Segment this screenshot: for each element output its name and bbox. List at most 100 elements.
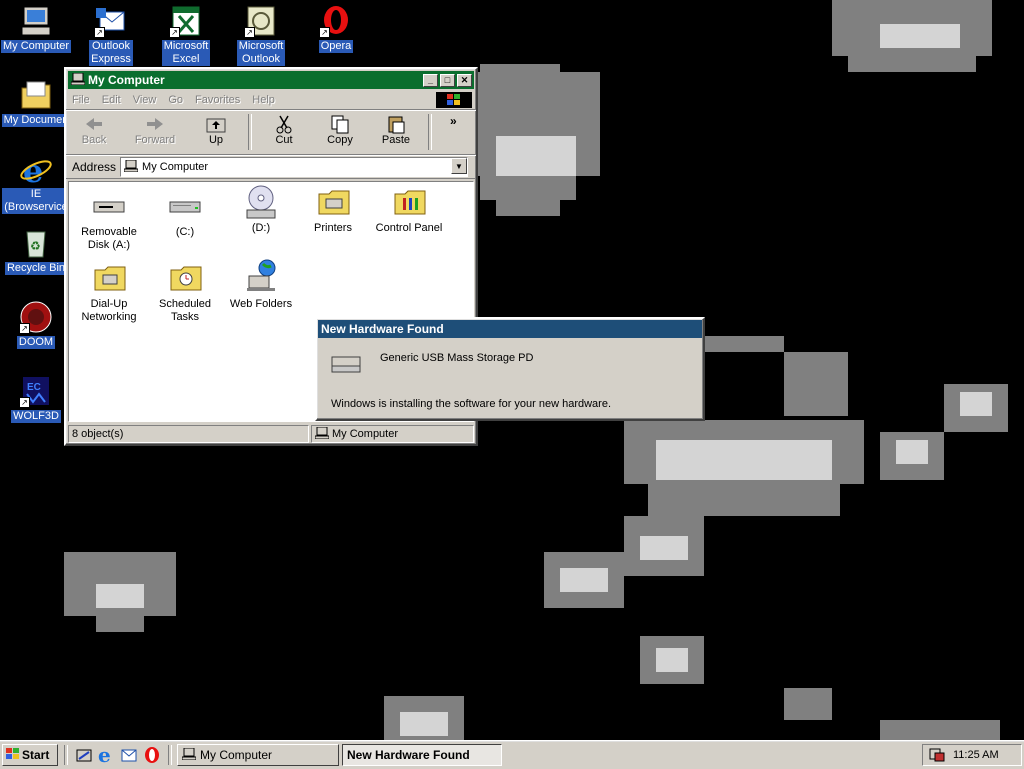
ie-icon: e bbox=[19, 152, 53, 190]
menu-help[interactable]: Help bbox=[246, 94, 281, 106]
quicklaunch-desktop-icon[interactable] bbox=[76, 748, 92, 767]
item-dialup-networking[interactable]: Dial-Up Networking bbox=[71, 262, 147, 324]
shortcut-arrow-icon: ↗ bbox=[244, 27, 255, 38]
install-message: Windows is installing the software for y… bbox=[331, 398, 612, 410]
desktop-icon-opera[interactable]: ↗ Opera bbox=[300, 4, 372, 53]
desktop-icon-label: IE (Browservice bbox=[2, 188, 70, 214]
menu-edit[interactable]: Edit bbox=[96, 94, 127, 106]
desktop-icon-recycle-bin[interactable]: ♻ Recycle Bin bbox=[0, 226, 72, 275]
quicklaunch-ie-icon[interactable]: e bbox=[98, 745, 111, 765]
address-value: My Computer bbox=[142, 161, 209, 173]
system-tray: 11:25 AM bbox=[922, 744, 1022, 766]
recycle-bin-icon: ♻ bbox=[19, 226, 53, 260]
forward-label: Forward bbox=[134, 134, 176, 146]
hardware-tray-icon[interactable] bbox=[929, 746, 945, 765]
status-bar: 8 object(s) My Computer bbox=[68, 425, 474, 443]
clock[interactable]: 11:25 AM bbox=[953, 749, 999, 761]
desktop-icon-label: My Computer bbox=[0, 40, 72, 53]
quicklaunch-outlook-icon[interactable] bbox=[120, 747, 138, 766]
close-button[interactable]: ✕ bbox=[457, 73, 472, 87]
forward-button[interactable]: Forward bbox=[122, 114, 188, 146]
start-button[interactable]: Start bbox=[2, 744, 58, 766]
cut-button[interactable]: Cut bbox=[256, 114, 312, 146]
menu-favorites[interactable]: Favorites bbox=[189, 94, 246, 106]
desktop-icon-my-computer[interactable]: My Computer bbox=[0, 4, 72, 53]
task-new-hardware-found[interactable]: New Hardware Found bbox=[342, 744, 502, 766]
item-printers[interactable]: Printers bbox=[295, 186, 371, 235]
explorer-title-bar[interactable]: My Computer _ □ ✕ bbox=[68, 71, 474, 89]
shortcut-arrow-icon: ↗ bbox=[169, 27, 180, 38]
floppy-drive-icon bbox=[93, 190, 125, 222]
menu-view[interactable]: View bbox=[127, 94, 163, 106]
taskbar: Start e My Computer New Hardware Found 1… bbox=[0, 740, 1024, 769]
desktop-icon-label: Microsoft Outlook bbox=[236, 40, 286, 66]
svg-text:EC: EC bbox=[27, 382, 41, 393]
desktop-icon-doom[interactable]: ↗ DOOM bbox=[0, 300, 72, 349]
address-input[interactable]: My Computer ▼ bbox=[120, 157, 468, 177]
address-computer-icon bbox=[123, 159, 139, 175]
desktop-icon-label: Recycle Bin bbox=[4, 262, 68, 275]
menu-bar: File Edit View Go Favorites Help bbox=[66, 91, 476, 110]
opera-icon: ↗ bbox=[319, 4, 353, 38]
item-label: (D:) bbox=[251, 222, 271, 234]
desktop-icon-my-documents[interactable]: My Documen bbox=[0, 78, 72, 127]
address-dropdown-button[interactable]: ▼ bbox=[451, 158, 467, 174]
back-button[interactable]: Back bbox=[66, 114, 122, 146]
item-label: Removable Disk (A:) bbox=[81, 226, 137, 251]
shortcut-arrow-icon: ↗ bbox=[94, 27, 105, 38]
desktop-icon-outlook[interactable]: ↗ Microsoft Outlook bbox=[225, 4, 297, 66]
item-web-folders[interactable]: Web Folders bbox=[223, 258, 299, 311]
device-name: Generic USB Mass Storage PD bbox=[380, 352, 534, 364]
item-label: Scheduled Tasks bbox=[159, 298, 211, 323]
desktop-icon-ie[interactable]: e IE (Browservice bbox=[0, 152, 72, 214]
item-scheduled-tasks[interactable]: Scheduled Tasks bbox=[147, 262, 223, 324]
item-label: Control Panel bbox=[375, 222, 443, 234]
quicklaunch-opera-icon[interactable] bbox=[144, 746, 160, 767]
shortcut-arrow-icon: ↗ bbox=[19, 397, 30, 408]
up-button[interactable]: Up bbox=[188, 114, 244, 146]
start-label: Start bbox=[22, 748, 50, 762]
item-d-drive[interactable]: (D:) bbox=[223, 182, 299, 234]
item-label: (C:) bbox=[175, 226, 195, 238]
web-folders-icon bbox=[245, 258, 277, 294]
toolbar-separator bbox=[248, 114, 252, 150]
desktop-icon-label: WOLF3D bbox=[11, 410, 61, 423]
status-computer-icon bbox=[314, 426, 330, 442]
windows-flag-icon bbox=[6, 747, 20, 763]
task-my-computer[interactable]: My Computer bbox=[177, 744, 339, 766]
up-folder-icon bbox=[188, 114, 244, 134]
doom-icon: ↗ bbox=[19, 300, 53, 334]
my-computer-icon bbox=[19, 4, 53, 38]
maximize-button[interactable]: □ bbox=[440, 73, 455, 87]
menu-go[interactable]: Go bbox=[162, 94, 189, 106]
dialog-title: New Hardware Found bbox=[321, 322, 444, 336]
new-hardware-dialog[interactable]: New Hardware Found Generic USB Mass Stor… bbox=[315, 317, 705, 421]
address-label: Address bbox=[72, 160, 117, 174]
item-removable-disk[interactable]: Removable Disk (A:) bbox=[71, 190, 147, 252]
desktop-icon-excel[interactable]: ↗ Microsoft Excel bbox=[150, 4, 222, 66]
desktop-icon-outlook-express[interactable]: ↗ Outlook Express bbox=[75, 4, 147, 66]
up-label: Up bbox=[208, 134, 224, 146]
task-computer-icon bbox=[181, 747, 197, 763]
desktop-icon-wolf3d[interactable]: EC ↗ WOLF3D bbox=[0, 374, 72, 423]
toolbar-chevron-button[interactable]: » bbox=[450, 114, 457, 128]
toolbar-separator bbox=[428, 114, 432, 150]
item-control-panel[interactable]: Control Panel bbox=[371, 186, 447, 235]
scissors-icon bbox=[256, 114, 312, 134]
dialog-title-bar[interactable]: New Hardware Found bbox=[318, 320, 702, 338]
item-label: Dial-Up Networking bbox=[81, 298, 137, 323]
minimize-button[interactable]: _ bbox=[423, 73, 438, 87]
printers-folder-icon bbox=[317, 186, 350, 218]
task-label: New Hardware Found bbox=[347, 748, 470, 762]
copy-button[interactable]: Copy bbox=[312, 114, 368, 146]
item-label: Web Folders bbox=[229, 298, 293, 310]
menu-file[interactable]: File bbox=[66, 94, 96, 106]
desktop-icon-label: Microsoft Excel bbox=[161, 40, 211, 66]
copy-icon bbox=[312, 114, 368, 134]
status-zone: My Computer bbox=[311, 425, 474, 443]
desktop[interactable]: My Computer ↗ Outlook Express ↗ Microsof… bbox=[0, 0, 1024, 740]
task-label: My Computer bbox=[200, 748, 273, 762]
paste-button[interactable]: Paste bbox=[368, 114, 424, 146]
item-c-drive[interactable]: (C:) bbox=[147, 190, 223, 239]
hard-drive-icon bbox=[169, 190, 201, 222]
